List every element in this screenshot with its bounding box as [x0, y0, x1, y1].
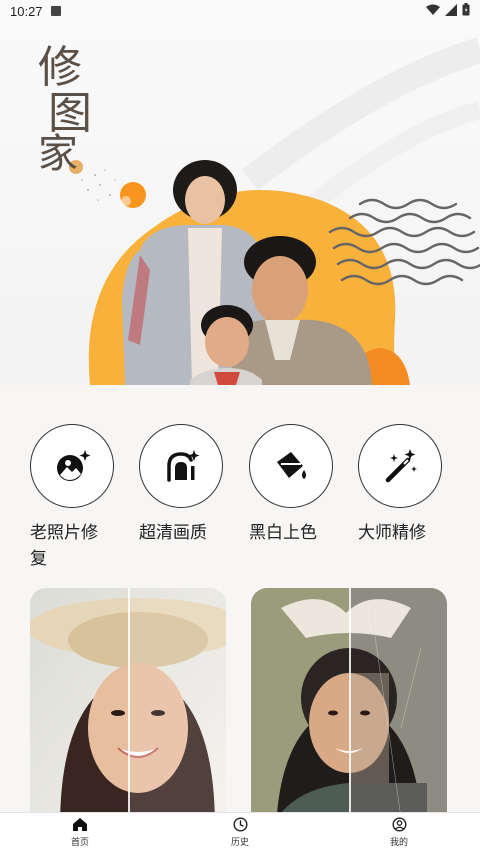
feature-label: 老照片修复: [30, 523, 98, 569]
feature-label: 黑白上色: [249, 523, 317, 543]
feature-label: 大师精修: [358, 523, 426, 543]
home-icon: [73, 818, 87, 831]
app-title-char-1: 修: [38, 42, 82, 93]
feature-circle[interactable]: [358, 424, 442, 508]
compare-divider[interactable]: [349, 588, 351, 828]
feature-hd-enhance[interactable]: 超清画质: [139, 424, 249, 546]
clock-icon: [232, 817, 248, 832]
signal-icon: [445, 3, 457, 16]
app-title-char-3: 家: [38, 131, 78, 177]
hd-enhance-icon: [167, 450, 200, 482]
status-bar: 10:27: [0, 0, 480, 22]
feature-old-photo-restore[interactable]: 老照片修复: [30, 424, 140, 572]
profile-icon: [391, 817, 407, 832]
colorize-sample-card[interactable]: [251, 588, 447, 828]
feature-master-retouch[interactable]: 大师精修: [358, 424, 468, 546]
compare-divider[interactable]: [128, 588, 130, 828]
portrait-sample-card[interactable]: [30, 588, 226, 828]
notification-icon: [50, 6, 61, 16]
status-icons: [426, 3, 470, 16]
magic-wand-icon: [385, 449, 417, 483]
battery-icon: [462, 3, 470, 16]
nav-home[interactable]: 首页: [50, 817, 110, 848]
feature-circle[interactable]: [249, 424, 333, 508]
nav-label: 我的: [389, 838, 408, 848]
feature-colorize[interactable]: 黑白上色: [249, 424, 359, 546]
feature-circle[interactable]: [30, 424, 114, 508]
nav-label: 首页: [70, 838, 89, 848]
nav-history[interactable]: 历史: [210, 817, 270, 848]
photo-restore-icon: [57, 450, 91, 481]
feature-circle[interactable]: [139, 424, 223, 508]
app-title-char-2: 图: [48, 88, 92, 139]
hero-banner: 修 图 家: [0, 0, 480, 385]
paint-bucket-icon: [277, 452, 306, 479]
status-time: 10:27: [10, 3, 43, 19]
app-title: 修 图 家: [38, 42, 108, 177]
feature-label: 超清画质: [139, 523, 207, 543]
nav-label: 历史: [230, 838, 249, 848]
nav-profile[interactable]: 我的: [369, 817, 429, 848]
wifi-icon: [426, 4, 440, 15]
bottom-nav: 首页 历史 我的: [0, 812, 480, 853]
